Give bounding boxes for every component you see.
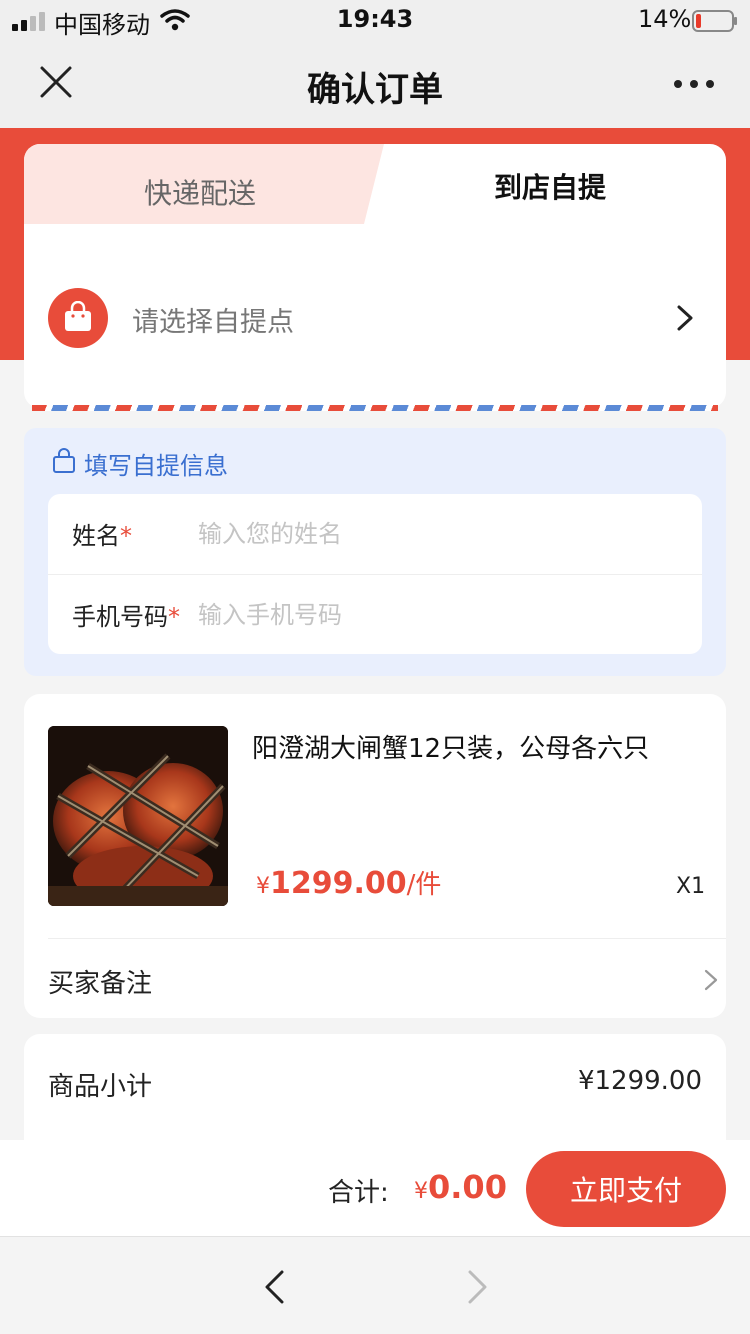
pickup-info-title: 填写自提信息 <box>84 452 228 480</box>
chevron-right-icon <box>677 305 693 331</box>
total-amount: ¥0.00 <box>414 1168 507 1206</box>
nav-bar: 确认订单 <box>0 40 750 128</box>
required-mark: * <box>120 522 132 550</box>
phone-row: 手机号码* <box>48 574 702 654</box>
subtotal-value: ¥1299.00 <box>577 1066 702 1096</box>
back-arrow-icon[interactable] <box>262 1269 286 1305</box>
browser-toolbar <box>0 1236 750 1334</box>
product-image[interactable] <box>48 726 228 906</box>
buyer-note-label: 买家备注 <box>48 969 153 999</box>
phone-label: 手机号码* <box>72 603 180 631</box>
chevron-right-icon <box>704 969 718 991</box>
price-value: 1299.00 <box>270 866 407 901</box>
bag-outline-icon <box>53 448 75 473</box>
product-quantity: X1 <box>676 874 706 899</box>
pay-now-button[interactable]: 立即支付 <box>526 1151 726 1227</box>
product-price: ¥1299.00/件 <box>256 864 441 901</box>
currency-symbol: ¥ <box>414 1179 428 1204</box>
name-label: 姓名* <box>72 522 132 550</box>
pickup-form: 姓名* 手机号码* <box>48 494 702 654</box>
airmail-border <box>32 405 718 411</box>
buyer-note-row[interactable]: 买家备注 <box>48 938 726 1018</box>
delivery-card: 快递配送 到店自提 请选择自提点 <box>24 144 726 408</box>
phone-input[interactable] <box>198 593 678 637</box>
product-card: 阳澄湖大闸蟹12只装，公母各六只 ¥1299.00/件 X1 买家备注 <box>24 694 726 1018</box>
subtotal-label: 商品小计 <box>48 1072 153 1102</box>
tab-store-pickup[interactable]: 到店自提 <box>384 166 716 206</box>
shopping-bag-icon <box>48 288 108 348</box>
tab-express-label[interactable]: 快递配送 <box>24 172 376 212</box>
more-icon[interactable] <box>672 70 716 98</box>
required-mark: * <box>168 603 180 631</box>
product-name[interactable]: 阳澄湖大闸蟹12只装，公母各六只 <box>252 728 712 765</box>
forward-arrow-icon[interactable] <box>466 1269 490 1305</box>
name-row: 姓名* <box>48 494 702 574</box>
pickup-info-card: 填写自提信息 姓名* 手机号码* <box>24 428 726 676</box>
checkout-bar: 合计: ¥0.00 立即支付 <box>0 1140 750 1236</box>
status-bar: 中国移动 19:43 14% <box>0 0 750 40</box>
pickup-point-label: 请选择自提点 <box>132 307 294 338</box>
price-unit: /件 <box>406 870 442 900</box>
currency-symbol: ¥ <box>256 874 270 899</box>
name-input[interactable] <box>198 512 678 556</box>
battery-percent: 14% <box>638 5 692 33</box>
page-title: 确认订单 <box>307 70 443 110</box>
total-value: 0.00 <box>428 1168 507 1206</box>
battery-icon <box>692 10 737 32</box>
pickup-point-selector[interactable]: 请选择自提点 <box>24 284 726 352</box>
total-label: 合计: <box>328 1178 389 1208</box>
